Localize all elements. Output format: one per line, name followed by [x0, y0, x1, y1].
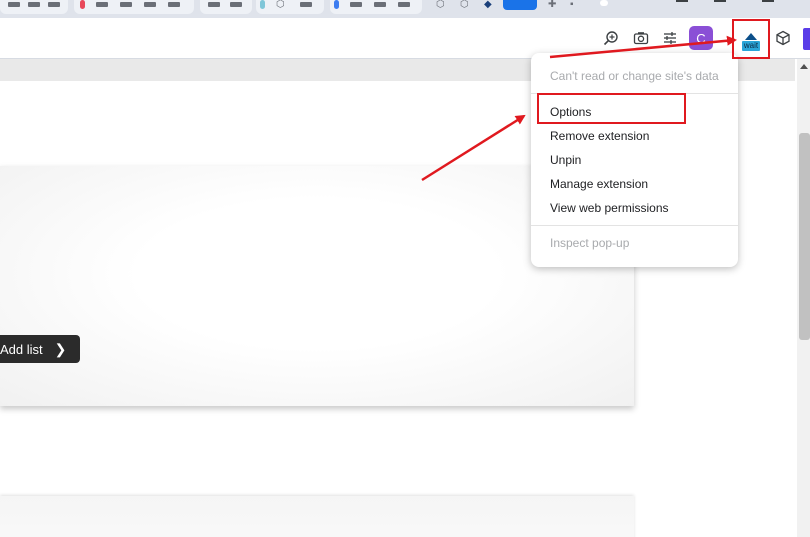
tab-group-indicator	[80, 0, 85, 9]
tab[interactable]	[330, 0, 422, 14]
minimize-icon[interactable]	[676, 0, 688, 2]
tab-icon	[208, 2, 220, 7]
tab-icon	[300, 2, 312, 7]
tab[interactable]	[200, 0, 252, 14]
tab-icon	[48, 2, 60, 7]
tab[interactable]	[74, 0, 194, 14]
tab-group-indicator	[334, 0, 339, 9]
menu-item-manage-extension[interactable]: Manage extension	[550, 177, 648, 191]
add-list-label: Add list	[0, 341, 43, 357]
tab-icon[interactable]: ▪	[570, 0, 582, 10]
tab[interactable]: ⬡	[256, 0, 324, 14]
scrollbar-thumb[interactable]	[799, 133, 810, 340]
extension-icon[interactable]	[803, 28, 810, 50]
active-tab[interactable]	[503, 0, 537, 10]
cube-icon: ⬡	[276, 0, 285, 10]
cube-icon[interactable]: ⬡	[460, 0, 472, 10]
favicon-icon[interactable]: ◆	[484, 0, 496, 10]
chevron-right-icon: ❯	[54, 340, 67, 357]
tab-icon	[28, 2, 40, 7]
cube-icon[interactable]: ⬡	[436, 0, 448, 10]
puzzle-icon[interactable]: ✚	[548, 0, 560, 10]
tab-group-indicator	[260, 0, 265, 9]
menu-item-remove-extension[interactable]: Remove extension	[550, 129, 649, 143]
avatar-letter: C	[696, 30, 706, 46]
scroll-up-arrow-icon[interactable]	[800, 64, 808, 69]
menu-item-view-web-permissions[interactable]: View web permissions	[550, 201, 669, 215]
annotation-highlight-extension	[732, 19, 770, 59]
maximize-icon[interactable]	[714, 0, 726, 2]
annotation-highlight-options	[537, 93, 686, 124]
zoom-in-icon[interactable]	[601, 28, 621, 48]
menu-item-inspect-popup: Inspect pop-up	[550, 236, 630, 250]
tab-icon	[230, 2, 242, 7]
cube-icon[interactable]	[773, 28, 793, 48]
profile-avatar[interactable]: C	[689, 26, 713, 50]
menu-item-unpin[interactable]: Unpin	[550, 153, 581, 167]
tab-icon	[168, 2, 180, 7]
menu-divider	[531, 225, 738, 226]
close-icon[interactable]	[762, 0, 774, 2]
tab-icon	[120, 2, 132, 7]
tab-icon	[398, 2, 410, 7]
tune-icon[interactable]	[660, 28, 680, 48]
tab-icon	[8, 2, 20, 7]
tab-strip: ⬡ ⬡ ⬡ ◆ ✚ ▪	[0, 0, 810, 18]
tab-icon	[144, 2, 156, 7]
tab[interactable]	[0, 0, 68, 14]
extension-context-menu: Can't read or change site's data Options…	[531, 53, 738, 267]
camera-icon[interactable]	[631, 28, 651, 48]
tab-icon	[350, 2, 362, 7]
content-card	[0, 496, 634, 537]
browser-window: ⬡ ⬡ ⬡ ◆ ✚ ▪ C wait Add list ❯ Can't read…	[0, 0, 810, 537]
tab-search-icon[interactable]	[600, 0, 608, 6]
menu-header-site-access: Can't read or change site's data	[550, 69, 719, 83]
tab-icon	[374, 2, 386, 7]
tab-icon	[96, 2, 108, 7]
add-list-button[interactable]: Add list ❯	[0, 335, 80, 363]
